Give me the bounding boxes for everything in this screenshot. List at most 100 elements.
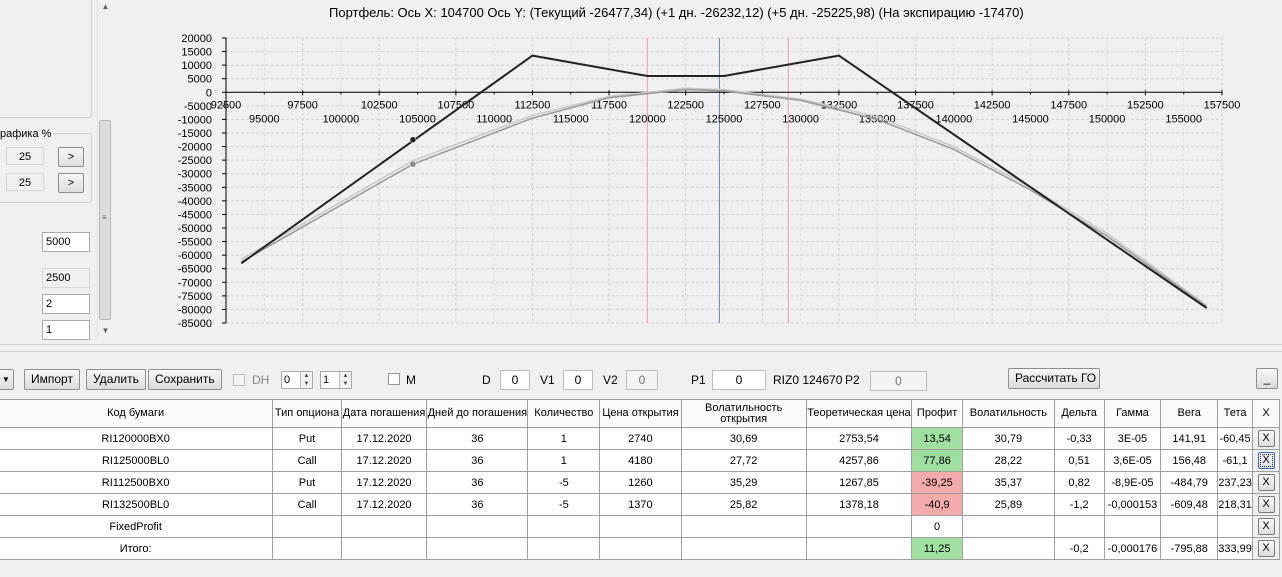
col-header-x: X (1252, 399, 1280, 428)
cell-days: 36 (426, 449, 529, 472)
y-tick-label: -70000 (178, 277, 212, 289)
col-header-open-vol[interactable]: Волатильность открытия (680, 399, 807, 428)
cell-theta: 237,23 (1217, 471, 1254, 494)
d-input[interactable]: 0 (500, 370, 530, 390)
table-row[interactable]: RI125000BL0 Call 17.12.2020 36 1 4180 27,72 425… (0, 449, 1280, 472)
table-row[interactable]: RI112500BX0 Put 17.12.2020 36 -5 1260 35,29 126… (0, 471, 1280, 494)
cell-qty[interactable] (527, 515, 601, 538)
calc-margin-button[interactable]: Рассчитать ГО (1008, 368, 1100, 389)
cell-type (272, 515, 342, 538)
import-button[interactable]: Импорт (24, 369, 80, 390)
cell-gamma: -0,000176 (1103, 537, 1162, 560)
remove-row-button[interactable]: X (1257, 452, 1275, 469)
y-tick-label: -50000 (178, 223, 212, 235)
y-tick-label: 15000 (181, 47, 212, 59)
cell-qty[interactable]: 1 (527, 449, 601, 472)
cell-theta: -61,1 (1217, 449, 1254, 472)
remove-row-button[interactable]: X (1257, 474, 1275, 491)
spinner-arrows-icon[interactable]: ▲ ▼ (339, 372, 351, 388)
x-tick-label: 105000 (399, 113, 436, 125)
chart-axes: 20000 1500010000 50000 -5000-10000 -15000 -20… (178, 33, 1241, 330)
cell-code[interactable]: RI112500BX0 (0, 471, 274, 494)
spinner-arrows-icon[interactable]: ▲ ▼ (300, 372, 312, 388)
col-header-days[interactable]: Дней до погашения (426, 399, 529, 428)
cell-theta (1217, 515, 1254, 538)
cell-type: Put (272, 427, 342, 450)
spinner-2-value: 1 (323, 374, 330, 386)
cell-vol: 30,79 (962, 427, 1055, 450)
col-header-vega[interactable]: Вега (1160, 399, 1219, 428)
col-header-type[interactable]: Тип опциона (272, 399, 342, 428)
table-row[interactable]: FixedProfit 0 X (0, 515, 1280, 538)
cell-code[interactable]: Итого: (0, 537, 274, 560)
remove-row-button[interactable]: X (1257, 430, 1275, 447)
cell-qty[interactable]: 1 (527, 427, 601, 450)
cell-theta: 333,99 (1217, 537, 1254, 560)
minimize-button[interactable]: _ (1256, 368, 1278, 389)
cell-open-price[interactable]: 4180 (599, 449, 682, 472)
x-tick-label: 145000 (1012, 113, 1049, 125)
cell-expiry (340, 537, 428, 560)
y-tick-label: -85000 (178, 318, 212, 330)
cell-code[interactable]: RI132500BL0 (0, 493, 274, 516)
cell-vol: 25,89 (962, 493, 1055, 516)
cell-code[interactable]: RI125000BL0 (0, 449, 274, 472)
y-tick-label: 5000 (188, 74, 212, 86)
col-header-delta[interactable]: Дельта (1053, 399, 1105, 428)
col-header-code[interactable]: Код бумаги (0, 399, 274, 428)
cell-open-price[interactable]: 2740 (599, 427, 682, 450)
dh-label: DH (252, 373, 270, 387)
y-tick-label: -20000 (178, 142, 212, 154)
dh-checkbox[interactable] (233, 374, 245, 386)
cell-qty[interactable]: -5 (527, 493, 601, 516)
table-row[interactable]: RI132500BL0 Call 17.12.2020 36 -5 1370 25,82 13… (0, 493, 1280, 516)
remove-row-button[interactable]: X (1257, 496, 1275, 513)
col-header-open-price[interactable]: Цена открытия (599, 399, 682, 428)
col-header-gamma[interactable]: Гамма (1103, 399, 1162, 428)
chart-gridlines (225, 37, 1223, 324)
v1-input[interactable]: 0 (563, 370, 593, 390)
y-tick-label: -5000 (184, 101, 212, 113)
spinner-2[interactable]: 1 ▲ ▼ (320, 371, 352, 389)
x-tick-label: 130000 (782, 113, 819, 125)
table-row[interactable]: RI120000BX0 Put 17.12.2020 36 1 2740 30,69 2753… (0, 427, 1280, 450)
x-tick-label: 152500 (1127, 99, 1164, 111)
cell-qty[interactable] (527, 537, 601, 560)
v2-field: 0 (626, 370, 658, 390)
delete-button[interactable]: Удалить (86, 369, 146, 390)
y-tick-label: -65000 (178, 264, 212, 276)
cell-type: Call (272, 449, 342, 472)
y-tick-label: -60000 (178, 250, 212, 262)
summary-row[interactable]: Итого: 11,25 -0,2 -0,000176 -795,88 333,99 X (0, 537, 1280, 560)
x-tick-label: 110000 (476, 113, 512, 125)
cell-open-price[interactable] (599, 537, 682, 560)
dropdown-arrow-icon[interactable]: ▼ (0, 369, 14, 390)
m-checkbox[interactable] (388, 373, 400, 385)
remove-row-button[interactable]: X (1257, 518, 1275, 535)
col-header-profit[interactable]: Профит (911, 399, 964, 428)
col-header-expiry[interactable]: Дата погашения (340, 399, 428, 428)
portfolio-chart[interactable]: 20000 1500010000 50000 -5000-10000 -15000 -20… (0, 0, 1282, 340)
x-tick-label: 155000 (1165, 113, 1202, 125)
x-tick-label: 100000 (323, 113, 360, 125)
cell-theo-price: 1378,18 (805, 493, 913, 516)
p1-input[interactable]: 0 (712, 370, 766, 390)
cell-code[interactable]: RI120000BX0 (0, 427, 274, 450)
remove-row-button[interactable]: X (1257, 540, 1275, 557)
spinner-1[interactable]: 0 ▲ ▼ (281, 371, 313, 389)
save-button[interactable]: Сохранить (148, 369, 222, 390)
col-header-theo-price[interactable]: Теоретическая цена (805, 399, 913, 428)
cell-qty[interactable]: -5 (527, 471, 601, 494)
cell-gamma: 3E-05 (1103, 427, 1162, 450)
cell-code[interactable]: FixedProfit (0, 515, 274, 538)
cell-type: Call (272, 493, 342, 516)
cell-delta: -0,33 (1053, 427, 1105, 450)
x-tick-label: 125000 (706, 113, 743, 125)
cell-open-price[interactable]: 1370 (599, 493, 682, 516)
col-header-theta[interactable]: Тета (1217, 399, 1254, 428)
col-header-qty[interactable]: Количество (527, 399, 601, 428)
horizontal-splitter[interactable] (0, 344, 1282, 352)
col-header-vol[interactable]: Волатильность (962, 399, 1055, 428)
cell-open-price[interactable]: 1260 (599, 471, 682, 494)
cell-open-price[interactable] (599, 515, 682, 538)
